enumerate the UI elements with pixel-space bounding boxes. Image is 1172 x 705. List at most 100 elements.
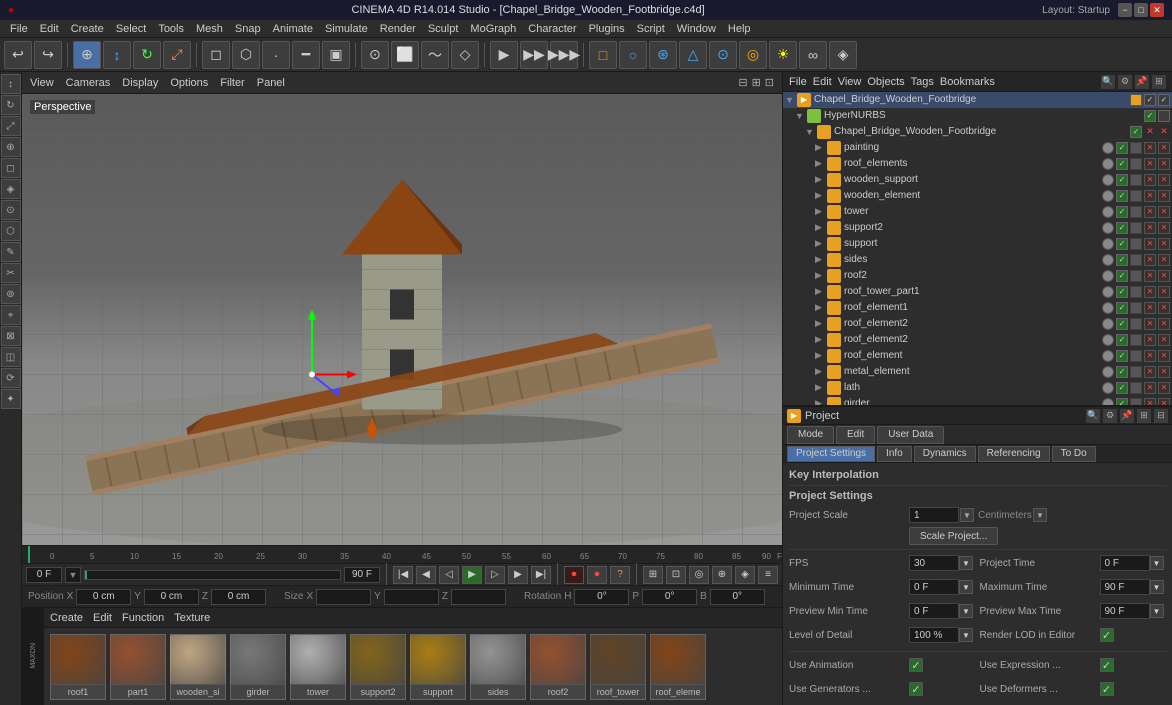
record-manual[interactable]: ⏺ (587, 566, 607, 584)
step-fwd2-button[interactable]: ▶ (508, 566, 528, 584)
projtime-input[interactable] (1100, 555, 1150, 571)
obj-cross2-roof_element[interactable]: ✕ (1158, 350, 1170, 362)
obj-vis-support2[interactable]: ✓ (1116, 222, 1128, 234)
obj-vis-sides[interactable]: ✓ (1116, 254, 1128, 266)
obj-row-roof_element2[interactable]: ▶ roof_element2 ✓ ✕ ✕ (783, 332, 1172, 348)
pp-collapse-icon[interactable]: ⊟ (1154, 409, 1168, 423)
expand-icon-8[interactable]: ▶ (815, 206, 827, 217)
goto-start-button[interactable]: |◀ (393, 566, 413, 584)
obj-cross-roof_element1[interactable]: ✕ (1144, 302, 1156, 314)
obj-vis-support[interactable]: ✓ (1116, 238, 1128, 250)
frame-step-down[interactable]: ▼ (65, 567, 81, 583)
tab-userdata[interactable]: User Data (877, 426, 944, 444)
menu-sculpt[interactable]: Sculpt (422, 20, 465, 38)
left-tool-1[interactable]: ↕ (1, 74, 21, 94)
left-tool-5[interactable]: ◻ (1, 158, 21, 178)
prevmaxtime-input[interactable] (1100, 603, 1150, 619)
rotation-p[interactable]: 0° (642, 589, 697, 605)
obj-cross-support[interactable]: ✕ (1144, 238, 1156, 250)
polygon-mode[interactable]: ▣ (322, 41, 350, 69)
record-auto[interactable]: ⏺ (564, 566, 584, 584)
pp-search-icon[interactable]: 🔍 (1086, 409, 1100, 423)
mintime-stepper[interactable]: ▼ (959, 580, 973, 594)
mat-swatch-roof_tower[interactable]: roof_tower (590, 634, 646, 700)
menu-plugins[interactable]: Plugins (583, 20, 631, 38)
timeline-scrubber[interactable] (84, 570, 341, 580)
light-tool[interactable]: ☀ (769, 41, 797, 69)
obj-row-girder[interactable]: ▶ girder ✓ ✕ ✕ (783, 396, 1172, 405)
left-tool-12[interactable]: ⌖ (1, 305, 21, 325)
obj-row-support2[interactable]: ▶ support2 ✓ ✕ ✕ (783, 220, 1172, 236)
obj-cross2-support[interactable]: ✕ (1158, 238, 1170, 250)
viewport-menu-view[interactable]: View (30, 77, 54, 89)
project-scale-down[interactable]: ▼ (960, 508, 974, 522)
mat-swatch-wooden_si[interactable]: wooden_si (170, 634, 226, 700)
pp-expand-icon[interactable]: ⊞ (1137, 409, 1151, 423)
viewport-menu-display[interactable]: Display (122, 77, 158, 89)
sphere-tool[interactable]: ○ (619, 41, 647, 69)
pb-extra-4[interactable]: ⊕ (712, 566, 732, 584)
menu-mograph[interactable]: MoGraph (464, 20, 522, 38)
expand-icon-10[interactable]: ▶ (815, 238, 827, 249)
maximize-button[interactable]: □ (1134, 3, 1148, 17)
mat-swatch-support2[interactable]: support2 (350, 634, 406, 700)
expand-icon-12[interactable]: ▶ (815, 270, 827, 281)
obj-cross-tower[interactable]: ✕ (1144, 206, 1156, 218)
expand-icon[interactable]: ▼ (785, 95, 797, 105)
obj-vis-nurbs[interactable]: ✓ (1144, 110, 1156, 122)
obj-vis-roof_element2[interactable]: ✓ (1116, 318, 1128, 330)
size-y[interactable] (384, 589, 439, 605)
subtab-project-settings[interactable]: Project Settings (787, 446, 875, 462)
deformer-tool[interactable]: ◈ (829, 41, 857, 69)
obj-cross2-metal_element[interactable]: ✕ (1158, 366, 1170, 378)
expand-icon-13[interactable]: ▶ (815, 286, 827, 297)
obj-vis-roof_element[interactable]: ✓ (1116, 350, 1128, 362)
obj-row-tower[interactable]: ▶ tower ✓ ✕ ✕ (783, 204, 1172, 220)
mat-swatch-sides[interactable]: sides (470, 634, 526, 700)
obj-cross2-roof_element1[interactable]: ✕ (1158, 302, 1170, 314)
poly-select[interactable]: ◇ (451, 41, 479, 69)
edge-mode[interactable]: ━ (292, 41, 320, 69)
expand-icon-11[interactable]: ▶ (815, 254, 827, 265)
menu-character[interactable]: Character (522, 20, 582, 38)
obj-cross-roof_element2[interactable]: ✕ (1144, 334, 1156, 346)
obj-cross2-wooden_element[interactable]: ✕ (1158, 190, 1170, 202)
subtab-todo[interactable]: To Do (1052, 446, 1096, 462)
obj-vis-chapel[interactable]: ✓ (1130, 126, 1142, 138)
viewport-menu-filter[interactable]: Filter (220, 77, 244, 89)
expand-icon-9[interactable]: ▶ (815, 222, 827, 233)
step-fwd-button[interactable]: ▷ (485, 566, 505, 584)
render-view[interactable]: ▶ (490, 41, 518, 69)
obj-cross2-roof_tower_part1[interactable]: ✕ (1158, 286, 1170, 298)
menu-simulate[interactable]: Simulate (319, 20, 374, 38)
menu-help[interactable]: Help (722, 20, 757, 38)
obj-row-wooden_element[interactable]: ▶ wooden_element ✓ ✕ ✕ (783, 188, 1172, 204)
rect-select[interactable]: ⬜ (391, 41, 419, 69)
obj-cross2-tower[interactable]: ✕ (1158, 206, 1170, 218)
expand-icon-20[interactable]: ▶ (815, 398, 827, 405)
left-tool-13[interactable]: ⊠ (1, 326, 21, 346)
cylinder-tool[interactable]: ⊛ (649, 41, 677, 69)
obj-vis-metal_element[interactable]: ✓ (1116, 366, 1128, 378)
torus-tool[interactable]: ⊙ (709, 41, 737, 69)
cube-tool[interactable]: □ (589, 41, 617, 69)
left-tool-3[interactable]: ⤢ (1, 116, 21, 136)
select-tool[interactable]: ⊕ (73, 41, 101, 69)
fps-input[interactable] (909, 555, 959, 571)
expand-icon-6[interactable]: ▶ (815, 174, 827, 185)
subtab-dynamics[interactable]: Dynamics (914, 446, 976, 462)
obj-vis-roof_elements[interactable]: ✓ (1116, 158, 1128, 170)
obj-cross-sides[interactable]: ✕ (1144, 254, 1156, 266)
mat-menu-texture[interactable]: Texture (174, 612, 210, 624)
expand-icon-14[interactable]: ▶ (815, 302, 827, 313)
mat-swatch-roof_eleme[interactable]: roof_eleme (650, 634, 706, 700)
render-active[interactable]: ▶▶ (520, 41, 548, 69)
obj-vis-root[interactable]: ✓ (1144, 94, 1156, 106)
obj-row-roof_tower_part1[interactable]: ▶ roof_tower_part1 ✓ ✕ ✕ (783, 284, 1172, 300)
prevmaxtime-stepper[interactable]: ▼ (1150, 604, 1164, 618)
project-scale-input[interactable] (909, 507, 959, 523)
prevmintime-stepper[interactable]: ▼ (959, 604, 973, 618)
om-menu-view[interactable]: View (838, 76, 862, 88)
left-tool-15[interactable]: ⟳ (1, 368, 21, 388)
scale-project-button[interactable]: Scale Project... (909, 527, 998, 545)
